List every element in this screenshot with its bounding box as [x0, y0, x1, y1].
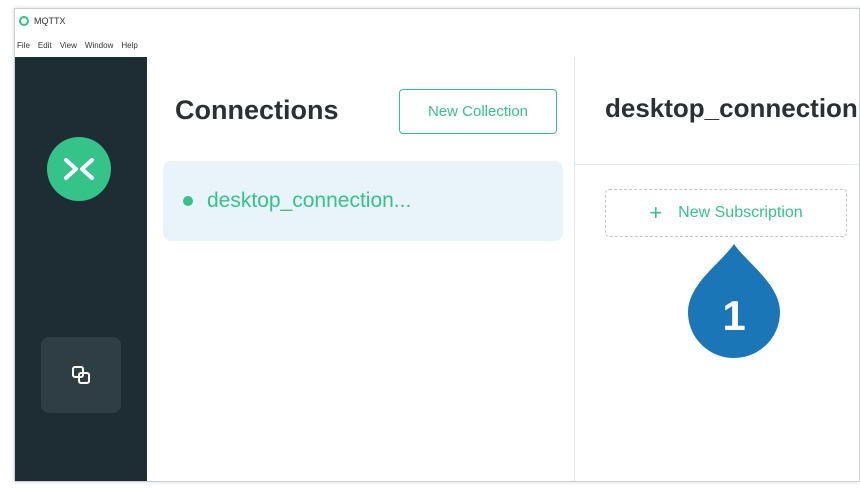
connection-status-dot	[183, 196, 193, 206]
connections-icon	[72, 366, 90, 384]
connection-name: desktop_connection...	[207, 189, 412, 212]
connections-title: Connections	[175, 95, 339, 125]
connection-detail-title: desktop_connection	[605, 93, 858, 123]
connection-item[interactable]: desktop_connection...	[163, 161, 563, 241]
plus-icon: +	[649, 200, 663, 225]
sidebar-connections-button[interactable]	[41, 337, 121, 413]
new-subscription-button[interactable]: + New Subscription	[605, 189, 847, 237]
menu-help[interactable]: Help	[121, 41, 137, 50]
mqttx-logo-icon	[47, 137, 111, 201]
menu-view[interactable]: View	[60, 41, 77, 50]
detail-header: desktop_connection	[575, 57, 859, 165]
connections-panel: Connections New Collection desktop_conne…	[147, 57, 575, 481]
menu-edit[interactable]: Edit	[38, 41, 52, 50]
sidebar	[15, 57, 147, 481]
new-subscription-label: New Subscription	[678, 204, 803, 221]
callout-number: 1	[722, 292, 746, 339]
menu-window[interactable]: Window	[85, 41, 113, 50]
new-collection-button[interactable]: New Collection	[399, 89, 557, 134]
menu-bar: File Edit View Window Help	[15, 33, 859, 57]
app-small-logo-icon	[19, 16, 29, 26]
step-callout: 1	[686, 244, 782, 358]
window-title: MQTTX	[34, 16, 66, 26]
menu-file[interactable]: File	[17, 41, 30, 50]
title-bar: MQTTX	[15, 9, 859, 33]
